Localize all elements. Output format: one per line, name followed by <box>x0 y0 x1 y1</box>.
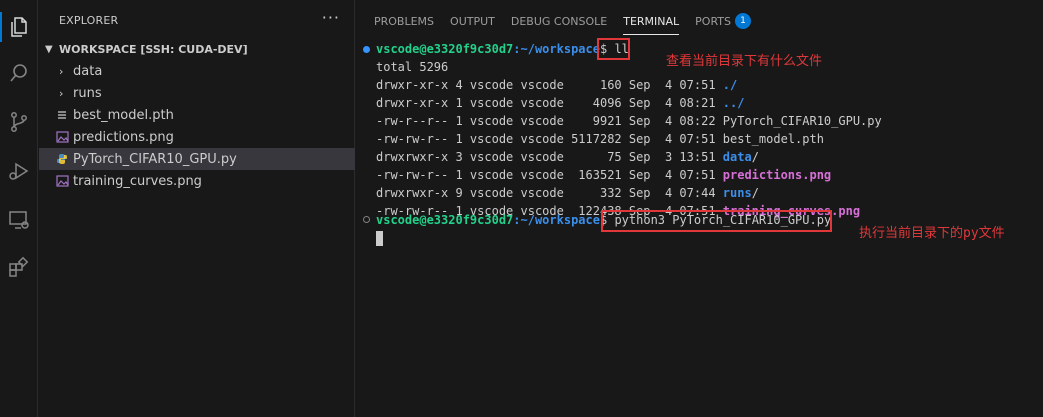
workspace-title: WORKSPACE [SSH: CUDA-DEV] <box>59 42 248 56</box>
remote-explorer-icon[interactable] <box>0 205 38 235</box>
listing-meta: drwxrwxr-x 9 vscode vscode 332 Sep 4 07:… <box>376 186 723 200</box>
tree-item-predictions[interactable]: predictions.png <box>39 126 355 148</box>
listing-meta: -rw-rw-r-- 1 vscode vscode 163521 Sep 4 … <box>376 168 723 182</box>
annotation-run-py: 执行当前目录下的py文件 <box>859 226 1005 241</box>
python-file-icon <box>55 152 69 166</box>
listing-meta: drwxr-xr-x 4 vscode vscode 160 Sep 4 07:… <box>376 78 723 92</box>
activity-bar <box>0 0 38 417</box>
listing-row: -rw-rw-r-- 1 vscode vscode 5117282 Sep 4… <box>376 131 824 148</box>
listing-name: PyTorch_CIFAR10_GPU.py <box>722 114 882 128</box>
prompt-path: :~/workspace <box>513 213 600 227</box>
tab-ports-label: PORTS <box>695 14 731 28</box>
tree-item-label: runs <box>73 85 102 101</box>
listing-name: best_model.pth <box>722 132 824 146</box>
listing-row: drwxrwxr-x 9 vscode vscode 332 Sep 4 07:… <box>376 185 759 202</box>
listing-row: drwxr-xr-x 1 vscode vscode 4096 Sep 4 08… <box>376 95 744 112</box>
explorer-icon[interactable] <box>0 12 38 42</box>
explorer-title: EXPLORER <box>59 14 119 27</box>
listing-row: -rw-rw-r-- 1 vscode vscode 163521 Sep 4 … <box>376 167 831 184</box>
prompt-path: :~/workspace <box>513 42 600 56</box>
tree-item-best-model[interactable]: best_model.pth <box>39 104 355 126</box>
tab-debug-console[interactable]: DEBUG CONSOLE <box>511 10 607 32</box>
tree-item-label: training_curves.png <box>73 173 202 189</box>
listing-suffix: / <box>751 150 759 164</box>
extensions-icon[interactable] <box>0 253 38 283</box>
listing-meta: -rw-rw-r-- 1 vscode vscode 5117282 Sep 4… <box>376 132 723 146</box>
tree-item-label: predictions.png <box>73 129 174 145</box>
terminal-output[interactable]: vscode@e3320f9c30d7:~/workspace$ ll tota… <box>356 38 1043 417</box>
tree-item-pytorch-script[interactable]: PyTorch_CIFAR10_GPU.py <box>39 148 355 170</box>
listing-meta: -rw-r--r-- 1 vscode vscode 9921 Sep 4 08… <box>376 114 723 128</box>
source-control-icon[interactable] <box>0 107 38 137</box>
highlight-box-python <box>601 210 832 232</box>
search-icon[interactable] <box>0 58 38 88</box>
tree-item-label: data <box>73 63 103 79</box>
tree-item-data[interactable]: › data <box>39 60 355 82</box>
terminal-cursor <box>376 231 383 246</box>
tree-item-runs[interactable]: › runs <box>39 82 355 104</box>
panel-tabs: PROBLEMS OUTPUT DEBUG CONSOLE TERMINAL P… <box>374 10 767 35</box>
command-success-dot <box>363 46 370 53</box>
listing-row: drwxrwxr-x 3 vscode vscode 75 Sep 3 13:5… <box>376 149 759 166</box>
more-actions-icon[interactable]: ··· <box>322 8 340 27</box>
chevron-down-icon: ▼ <box>45 43 53 55</box>
image-file-icon <box>55 130 69 144</box>
listing-meta: drwxr-xr-x 1 vscode vscode 4096 Sep 4 08… <box>376 96 723 110</box>
tab-problems[interactable]: PROBLEMS <box>374 10 434 32</box>
annotation-list-files: 查看当前目录下有什么文件 <box>666 54 823 69</box>
listing-row: drwxr-xr-x 4 vscode vscode 160 Sep 4 07:… <box>376 77 737 94</box>
listing-name: runs <box>722 186 752 200</box>
tab-ports[interactable]: PORTS 1 <box>695 10 751 32</box>
workspace-header[interactable]: ▼ WORKSPACE [SSH: CUDA-DEV] <box>39 38 355 60</box>
tab-terminal[interactable]: TERMINAL <box>623 10 679 35</box>
highlight-box-ll <box>597 38 630 60</box>
prompt-line-1: vscode@e3320f9c30d7:~/workspace$ ll <box>376 41 629 58</box>
file-lines-icon <box>55 108 69 122</box>
listing-meta: drwxrwxr-x 3 vscode vscode 75 Sep 3 13:5… <box>376 150 723 164</box>
bottom-panel: PROBLEMS OUTPUT DEBUG CONSOLE TERMINAL P… <box>356 0 1043 417</box>
tree-item-training-curves[interactable]: training_curves.png <box>39 170 355 192</box>
listing-suffix: / <box>751 186 759 200</box>
listing-row: -rw-r--r-- 1 vscode vscode 9921 Sep 4 08… <box>376 113 882 130</box>
output-total: total 5296 <box>376 60 449 74</box>
tree-item-label: best_model.pth <box>73 107 174 123</box>
listing-name: predictions.png <box>722 168 832 182</box>
listing-name: ./ <box>722 78 738 92</box>
image-file-icon <box>55 174 69 188</box>
run-debug-icon[interactable] <box>0 156 38 186</box>
chevron-right-icon: › <box>59 86 64 100</box>
listing-name: data <box>722 150 752 164</box>
tab-output[interactable]: OUTPUT <box>450 10 495 32</box>
prompt-user: vscode@e3320f9c30d7 <box>376 42 514 56</box>
tree-item-label: PyTorch_CIFAR10_GPU.py <box>73 151 237 167</box>
chevron-right-icon: › <box>59 64 64 78</box>
command-running-dot <box>363 216 370 223</box>
explorer-sidebar: EXPLORER ··· ▼ WORKSPACE [SSH: CUDA-DEV]… <box>39 0 355 417</box>
ports-count-badge: 1 <box>735 13 751 29</box>
prompt-user: vscode@e3320f9c30d7 <box>376 213 514 227</box>
listing-name: ../ <box>722 96 745 110</box>
